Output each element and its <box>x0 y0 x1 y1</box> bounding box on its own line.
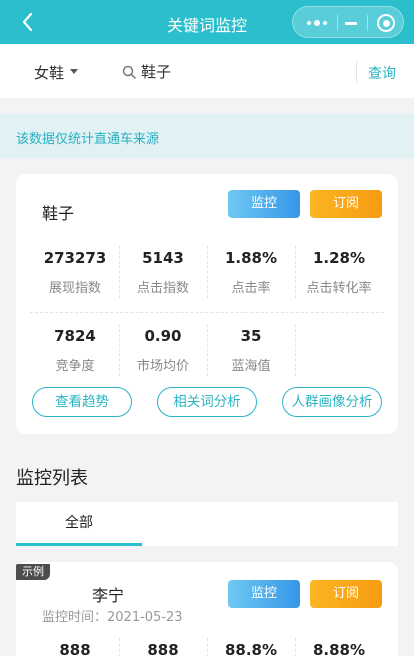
dropdown-arrow-icon[interactable] <box>70 69 78 74</box>
stat-click-index: 5143 点击指数 <box>136 249 189 296</box>
stat-divider <box>119 638 120 656</box>
tab-bar: 全部 <box>16 502 398 546</box>
tab-all[interactable]: 全部 <box>16 502 142 546</box>
item-stat: 888 <box>59 641 91 656</box>
monitor-item-card[interactable]: 示例 李宁 监控时间：2021-05-23 监控 订阅 888 888 88.8… <box>16 562 398 656</box>
stat-divider <box>207 324 208 376</box>
search-input[interactable]: 鞋子 <box>141 61 171 82</box>
item-stat: 8.88% <box>312 641 366 656</box>
row-divider <box>30 312 384 313</box>
item-stat: 888 <box>147 641 179 656</box>
stat-divider <box>295 246 296 298</box>
item-subscribe-button[interactable]: 订阅 <box>310 580 382 608</box>
close-target-icon[interactable] <box>377 14 395 32</box>
example-tag: 示例 <box>16 564 50 580</box>
active-tab-indicator <box>16 543 142 546</box>
section-title: 监控列表 <box>16 468 88 489</box>
related-words-button[interactable]: 相关词分析 <box>157 387 257 417</box>
query-button[interactable]: 查询 <box>368 63 396 83</box>
stat-competition: 7824 竞争度 <box>54 327 96 374</box>
stat-divider <box>119 246 120 298</box>
divider <box>356 61 357 83</box>
view-trend-button[interactable]: 查看趋势 <box>32 387 132 417</box>
miniprogram-capsule <box>292 6 404 38</box>
item-stat: 88.8% <box>224 641 278 656</box>
stat-impression-index: 273273 展现指数 <box>43 249 107 296</box>
item-monitor-button[interactable]: 监控 <box>228 580 300 608</box>
more-dots-icon[interactable] <box>303 15 331 31</box>
search-icon <box>122 64 136 79</box>
monitor-time: 监控时间：2021-05-23 <box>42 610 183 625</box>
category-select[interactable]: 女鞋 <box>34 62 64 83</box>
stat-divider <box>207 246 208 298</box>
subscribe-button[interactable]: 订阅 <box>310 190 382 218</box>
stat-divider <box>295 324 296 376</box>
stat-divider <box>295 638 296 656</box>
search-bar: 女鞋 鞋子 查询 <box>0 44 414 98</box>
stat-divider <box>207 638 208 656</box>
notice-banner: 该数据仅统计直通车来源 <box>0 114 414 158</box>
capsule-divider <box>367 15 368 31</box>
stat-market-avg-price: 0.90 市场均价 <box>136 327 189 374</box>
item-keyword: 李宁 <box>92 586 125 605</box>
nav-bar: 关键词监控 <box>0 0 414 44</box>
notice-text: 该数据仅统计直通车来源 <box>16 132 160 147</box>
capsule-divider <box>337 15 338 31</box>
keyword-stats-card: 鞋子 监控 订阅 273273 展现指数 5143 点击指数 1.88% 点击率… <box>16 174 398 434</box>
stat-blue-ocean: 35 蓝海值 <box>231 327 271 374</box>
stat-ctr: 1.88% 点击率 <box>224 249 278 296</box>
monitor-button[interactable]: 监控 <box>228 190 300 218</box>
stat-conversion-rate: 1.28% 点击转化率 <box>306 249 372 296</box>
stat-divider <box>119 324 120 376</box>
minimize-icon[interactable] <box>341 15 361 31</box>
audience-profile-button[interactable]: 人群画像分析 <box>282 387 382 417</box>
keyword-title: 鞋子 <box>42 204 75 223</box>
